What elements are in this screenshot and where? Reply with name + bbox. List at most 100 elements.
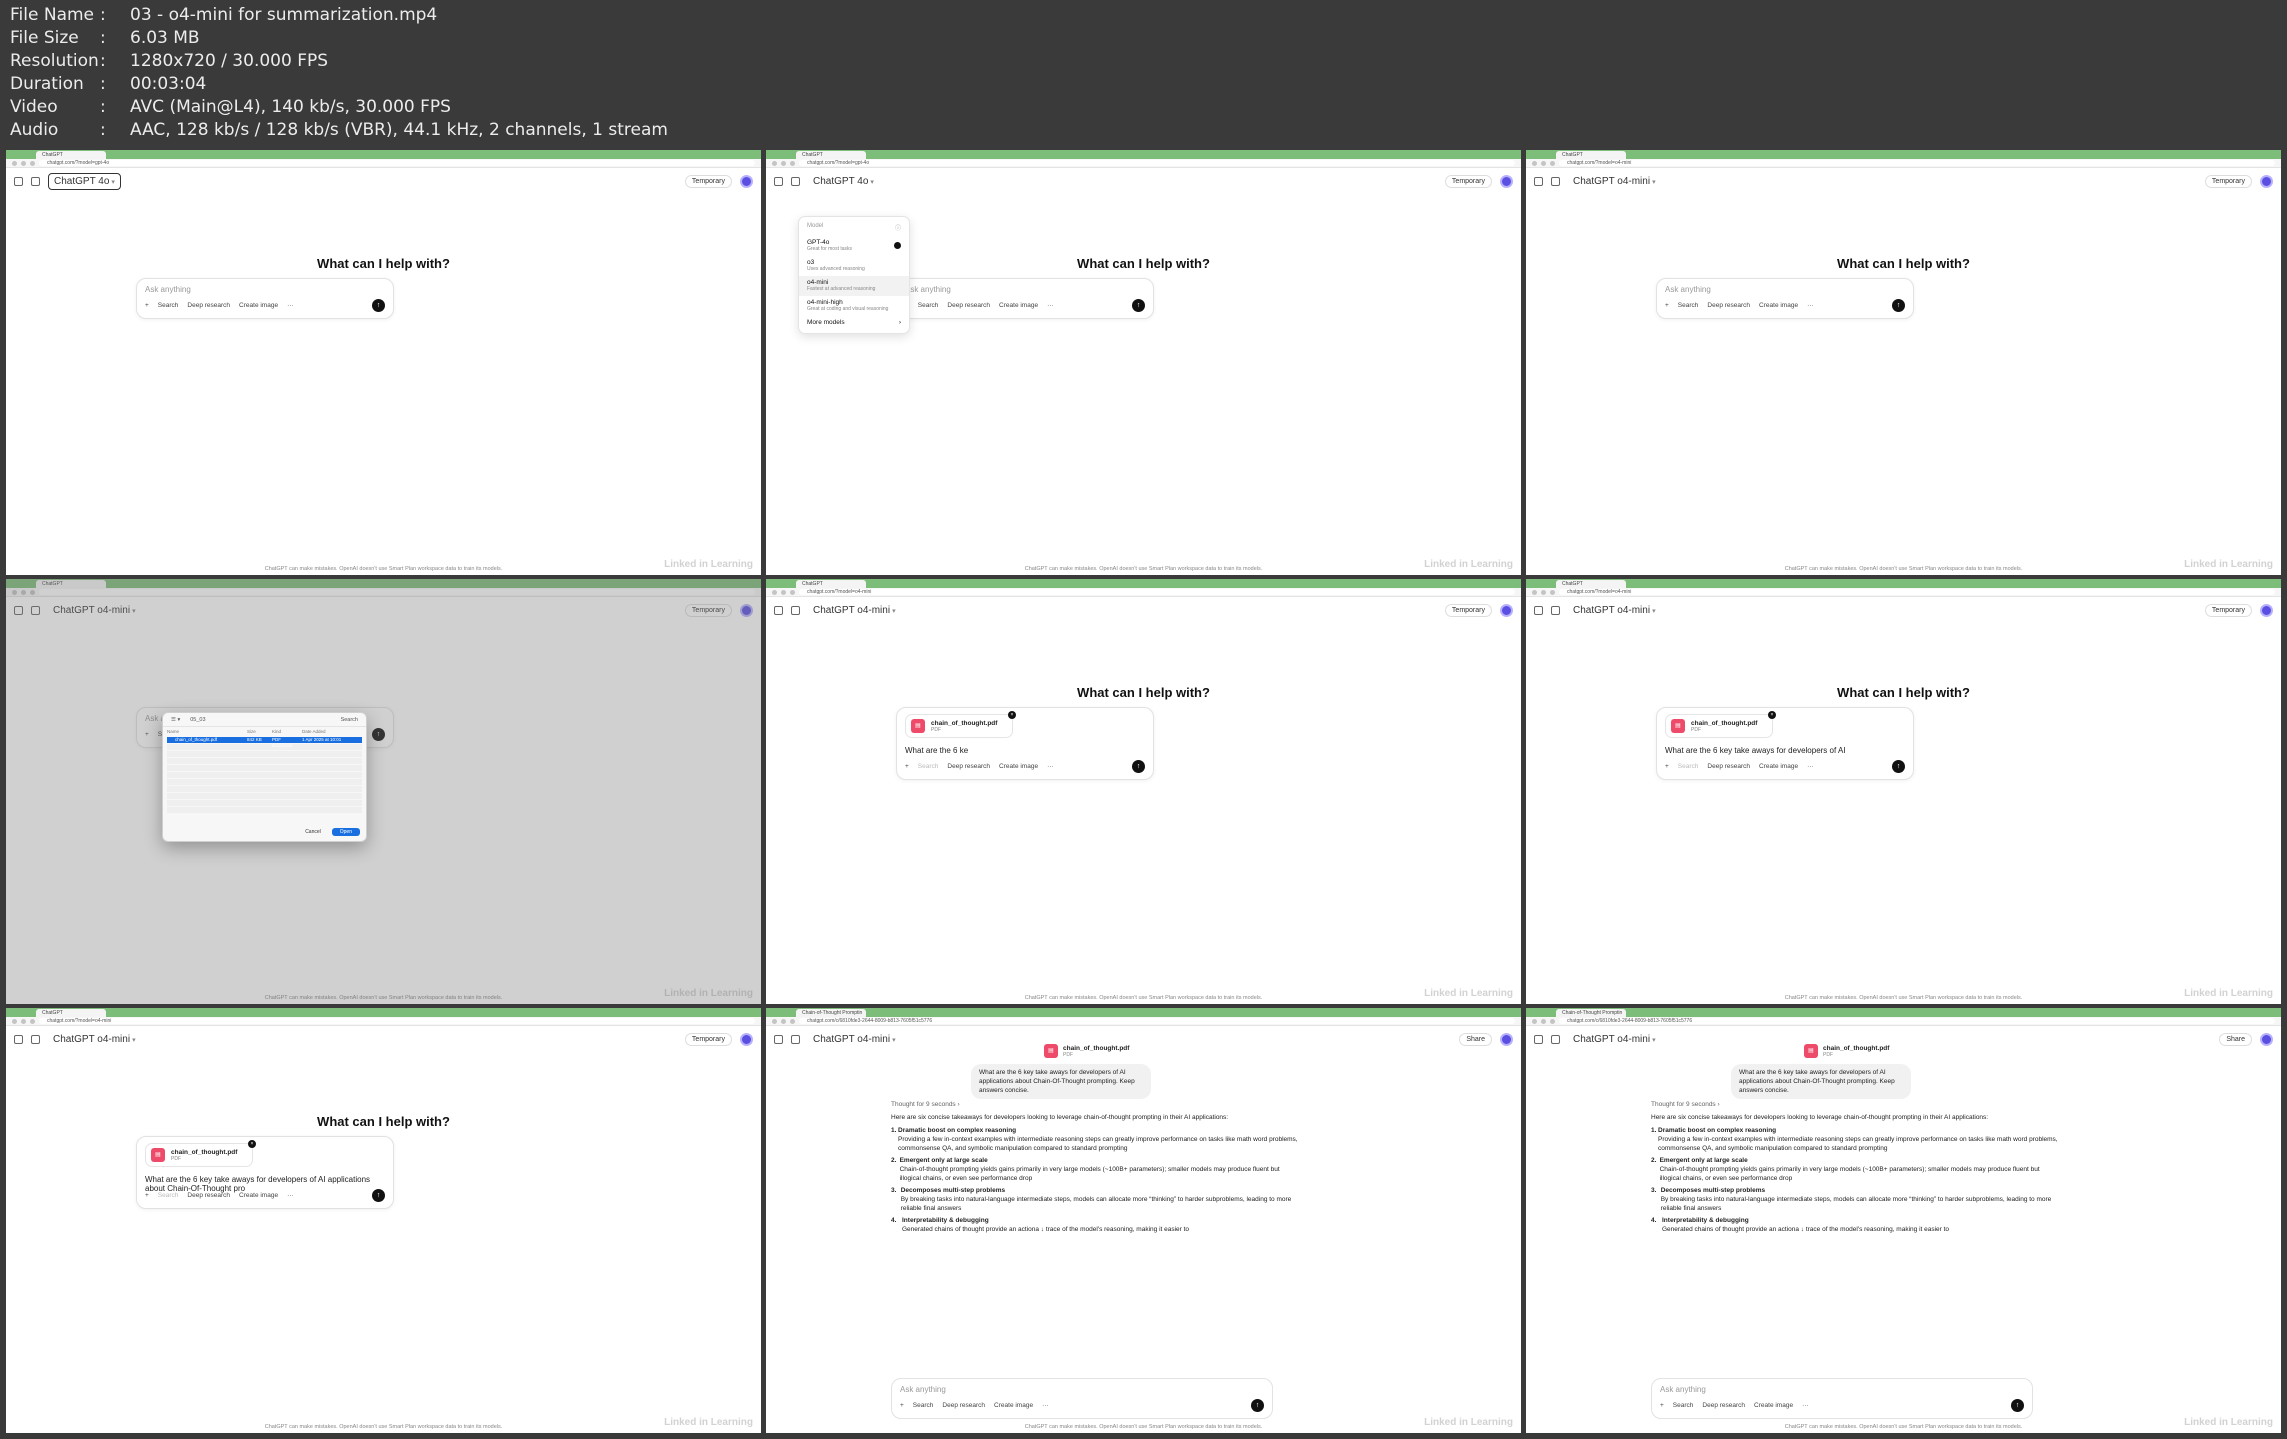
more-tools-icon[interactable]: ··· [1042,1402,1049,1409]
forward-icon[interactable] [21,160,26,166]
reload-icon[interactable] [30,1018,35,1024]
browser-tab[interactable]: ChatGPT [796,151,866,159]
composer[interactable]: Ask anything + Search Deep research Crea… [136,278,394,319]
temporary-chat-button[interactable]: Temporary [2204,174,2252,188]
search-button[interactable]: Search [918,302,939,309]
browser-tab[interactable]: ChatGPT [36,151,106,159]
composer[interactable]: Ask anything + Search Deep research Crea… [1656,278,1914,319]
remove-file-icon[interactable]: × [1008,711,1016,719]
create-image-button[interactable]: Create image [239,1192,278,1199]
prompt-input[interactable]: Ask anything [137,279,393,297]
model-option[interactable]: o4-mini Fastest at advanced reasoning [799,276,909,296]
sidebar-toggle-icon[interactable] [1534,1034,1543,1044]
folder-selector[interactable]: 05_03 [190,717,205,723]
composer[interactable]: Ask anything + Search Deep research Crea… [891,1378,1273,1419]
more-tools-icon[interactable]: ··· [1047,763,1054,770]
view-toggle-icon[interactable]: ☰ ▾ [171,717,180,723]
sidebar-toggle-icon[interactable] [1534,176,1543,186]
plus-icon[interactable]: + [145,1192,149,1199]
create-image-button[interactable]: Create image [994,1402,1033,1409]
reload-icon[interactable] [30,160,35,166]
avatar[interactable] [740,1032,753,1046]
more-models-item[interactable]: More models › [799,316,909,329]
more-tools-icon[interactable]: ··· [287,302,294,309]
url-field[interactable]: chatgpt.com/?model=o4-mini [799,589,1515,595]
open-button[interactable]: Open [331,828,360,836]
create-image-button[interactable]: Create image [1759,302,1798,309]
back-icon[interactable] [1532,160,1537,166]
create-image-button[interactable]: Create image [999,763,1038,770]
prompt-input[interactable]: Ask anything [1652,1379,2032,1397]
new-chat-icon[interactable] [1551,605,1560,615]
attached-file[interactable]: ▤ chain_of_thought.pdf PDF × [905,711,1016,738]
search-button[interactable]: Search [1678,763,1699,770]
model-selector[interactable]: ChatGPT 4o ▾ [48,172,121,190]
search-button[interactable]: Search [158,1192,179,1199]
remove-file-icon[interactable]: × [1768,711,1776,719]
avatar[interactable] [2260,603,2273,617]
create-image-button[interactable]: Create image [239,302,278,309]
dialog-column-header[interactable]: Kind [272,729,302,734]
model-option[interactable]: o4-mini-high Great at coding and visual … [799,296,909,316]
new-chat-icon[interactable] [31,1034,40,1044]
back-icon[interactable] [1532,589,1537,595]
browser-tab[interactable]: ChatGPT [36,1009,106,1017]
avatar[interactable] [2260,1032,2273,1046]
new-chat-icon[interactable] [31,176,40,186]
new-chat-icon[interactable] [791,176,800,186]
share-button[interactable]: Share [2219,1032,2252,1046]
model-selector[interactable]: ChatGPT o4-mini ▾ [808,603,901,618]
more-tools-icon[interactable]: ··· [1807,763,1814,770]
avatar[interactable] [1500,1032,1513,1046]
dialog-column-header[interactable]: Size [247,729,272,734]
temporary-chat-button[interactable]: Temporary [684,1032,732,1046]
prompt-input[interactable]: What are the 6 ke [897,740,1153,758]
reload-icon[interactable] [790,160,795,166]
share-button[interactable]: Share [1459,1032,1492,1046]
url-field[interactable]: chatgpt.com/?model=o4-mini [39,1018,755,1024]
model-selector[interactable]: ChatGPT o4-mini ▾ [1568,174,1661,189]
back-icon[interactable] [12,1018,17,1024]
forward-icon[interactable] [1541,589,1546,595]
url-field[interactable]: chatgpt.com/c/6810fde3-2644-8009-b813-76… [799,1018,1515,1024]
forward-icon[interactable] [1541,1018,1546,1024]
plus-icon[interactable]: + [1660,1402,1664,1409]
temporary-chat-button[interactable]: Temporary [1444,603,1492,617]
more-tools-icon[interactable]: ··· [287,1192,294,1199]
temporary-chat-button[interactable]: Temporary [2204,603,2252,617]
send-icon[interactable]: ↑ [372,299,385,312]
deep-research-button[interactable]: Deep research [187,1192,230,1199]
back-icon[interactable] [772,589,777,595]
deep-research-button[interactable]: Deep research [1702,1402,1745,1409]
create-image-button[interactable]: Create image [1754,1402,1793,1409]
browser-tab[interactable]: ChatGPT [1556,580,1626,588]
more-tools-icon[interactable]: ··· [1047,302,1054,309]
sidebar-toggle-icon[interactable] [1534,605,1543,615]
reload-icon[interactable] [1550,160,1555,166]
forward-icon[interactable] [781,1018,786,1024]
avatar[interactable] [1500,603,1513,617]
file-row-selected[interactable]: chain_of_thought.pdf 842 KB PDF Document… [167,737,362,748]
deep-research-button[interactable]: Deep research [947,302,990,309]
plus-icon[interactable]: + [900,1402,904,1409]
more-tools-icon[interactable]: ··· [1807,302,1814,309]
deep-research-button[interactable]: Deep research [187,302,230,309]
thought-summary[interactable]: Thought for 9 seconds › [1651,1100,2061,1109]
sidebar-toggle-icon[interactable] [774,605,783,615]
search-button[interactable]: Search [1673,1402,1694,1409]
cancel-button[interactable]: Cancel [300,828,326,836]
new-chat-icon[interactable] [791,1034,800,1044]
reload-icon[interactable] [1550,589,1555,595]
avatar[interactable] [1500,174,1513,188]
prompt-input[interactable]: What are the 6 key take aways for develo… [137,1169,393,1193]
search-button[interactable]: Search [913,1402,934,1409]
model-selector[interactable]: ChatGPT 4o ▾ [808,174,879,189]
avatar[interactable] [740,174,753,188]
reload-icon[interactable] [1550,1018,1555,1024]
dialog-column-header[interactable]: Name [167,729,247,734]
new-chat-icon[interactable] [791,605,800,615]
plus-icon[interactable]: + [905,763,909,770]
send-icon[interactable]: ↑ [1892,299,1905,312]
model-selector[interactable]: ChatGPT o4-mini ▾ [48,1032,141,1047]
composer[interactable]: Ask anything + Search Deep research Crea… [1651,1378,2033,1419]
